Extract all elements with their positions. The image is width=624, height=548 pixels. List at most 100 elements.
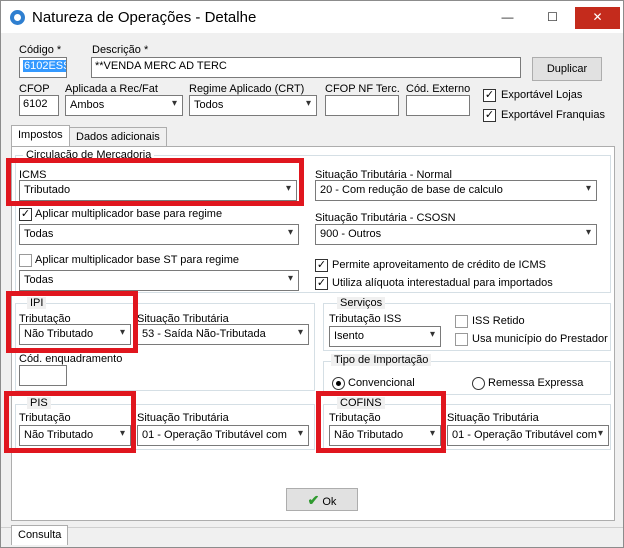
aplicada-label: Aplicada a Rec/Fat: [65, 83, 158, 95]
ipi-title: IPI: [27, 297, 47, 309]
regime-label: Regime Aplicado (CRT): [189, 83, 305, 95]
trib-iss-label: Tributação ISS: [329, 313, 402, 325]
aplicar-mult-st-value: Todas: [24, 274, 54, 286]
cofins-trib-value: Não Tributado: [334, 429, 404, 441]
aplicar-mult-label: Aplicar multiplicador base para regime: [35, 208, 223, 220]
status-bar: [1, 527, 623, 547]
icms-value: Tributado: [24, 184, 71, 196]
tipo-importacao-title: Tipo de Importação: [331, 354, 432, 366]
chevron-down-icon: ▾: [429, 428, 435, 439]
remessa-radio[interactable]: [472, 377, 485, 390]
codigo-label: Código *: [19, 44, 62, 56]
aplicada-select[interactable]: Ambos ▾: [65, 95, 183, 116]
sit-normal-value: 20 - Com redução de base de calculo: [320, 184, 503, 196]
descricao-label: Descrição *: [92, 44, 149, 56]
regime-value: Todos: [194, 99, 224, 111]
usa-municipio-checkbox[interactable]: [455, 333, 468, 346]
cofins-trib-label: Tributação: [329, 412, 381, 424]
aplicada-value: Ambos: [70, 99, 105, 111]
title-bar: Natureza de Operações - Detalhe — ☐ ✕: [1, 1, 623, 33]
duplicar-button[interactable]: Duplicar: [532, 57, 602, 81]
ipi-trib-select[interactable]: Não Tributado ▾: [19, 324, 131, 345]
chevron-down-icon: ▾: [297, 428, 303, 439]
aplicar-mult-st-select[interactable]: Todas ▾: [19, 270, 299, 291]
cod-externo-label: Cód. Externo: [406, 83, 471, 95]
circulacao-title: Circulação de Mercadoria: [23, 149, 155, 161]
trib-iss-value: Isento: [334, 330, 364, 342]
ok-label: Ok: [322, 496, 337, 508]
tab-dados-adicionais[interactable]: Dados adicionais: [69, 127, 167, 147]
ipi-sit-select[interactable]: 53 - Saída Não-Tributada ▾: [137, 324, 309, 345]
checkmark-icon: ✔: [307, 492, 320, 508]
exportavel-franquias-label: Exportável Franquias: [501, 109, 605, 121]
cfop-label: CFOP: [19, 83, 50, 95]
cofins-sit-select[interactable]: 01 - Operação Tributável com ▾: [447, 425, 609, 446]
convencional-label: Convencional: [348, 377, 415, 389]
iss-retido-checkbox[interactable]: [455, 315, 468, 328]
descricao-input[interactable]: **VENDA MERC AD TERC: [91, 57, 521, 78]
usa-municipio-label: Usa município do Prestador: [472, 333, 608, 345]
cod-externo-input[interactable]: [406, 95, 470, 116]
exportavel-lojas-checkbox[interactable]: ✓: [483, 89, 496, 102]
chevron-down-icon: ▾: [287, 273, 293, 284]
aplicar-mult-select[interactable]: Todas ▾: [19, 224, 299, 245]
cofins-sit-value: 01 - Operação Tributável com: [452, 429, 597, 441]
aplicar-mult-value: Todas: [24, 228, 54, 240]
chevron-down-icon: ▾: [429, 329, 435, 340]
pis-trib-select[interactable]: Não Tributado ▾: [19, 425, 131, 446]
ipi-trib-value: Não Tributado: [24, 328, 94, 340]
chevron-down-icon: ▾: [119, 428, 125, 439]
cofins-trib-select[interactable]: Não Tributado ▾: [329, 425, 441, 446]
pis-sit-value: 01 - Operação Tributável com: [142, 429, 287, 441]
ipi-sit-value: 53 - Saída Não-Tributada: [142, 328, 266, 340]
chevron-down-icon: ▾: [297, 327, 303, 338]
cofins-sit-label: Situação Tributária: [447, 412, 539, 424]
permite-credito-label: Permite aproveitamento de crédito de ICM…: [332, 259, 546, 271]
aplicar-mult-checkbox[interactable]: ✓: [19, 208, 32, 221]
regime-select[interactable]: Todos ▾: [189, 95, 317, 116]
chevron-down-icon: ▾: [585, 227, 591, 238]
convencional-radio[interactable]: [332, 377, 345, 390]
permite-credito-checkbox[interactable]: ✓: [315, 259, 328, 272]
window-title: Natureza de Operações - Detalhe: [32, 9, 257, 26]
chevron-down-icon: ▾: [287, 227, 293, 238]
chevron-down-icon: ▾: [305, 98, 311, 109]
icms-select[interactable]: Tributado ▾: [19, 180, 297, 201]
app-icon: [10, 10, 25, 25]
minimize-button[interactable]: —: [485, 7, 530, 29]
cfop-nf-label: CFOP NF Terc.: [325, 83, 400, 95]
chevron-down-icon: ▾: [171, 98, 177, 109]
cod-enq-input[interactable]: [19, 365, 67, 386]
pis-title: PIS: [27, 397, 51, 409]
chevron-down-icon: ▾: [285, 183, 291, 194]
tab-consulta[interactable]: Consulta: [11, 525, 69, 545]
sit-csosn-select[interactable]: 900 - Outros ▾: [315, 224, 597, 245]
aplicar-mult-st-label: Aplicar multiplicador base ST para regim…: [35, 254, 239, 266]
cod-enq-label: Cód. enquadramento: [19, 353, 123, 365]
maximize-button[interactable]: ☐: [530, 7, 575, 29]
remessa-label: Remessa Expressa: [488, 377, 584, 389]
pis-sit-select[interactable]: 01 - Operação Tributável com ▾: [137, 425, 309, 446]
ok-button[interactable]: ✔ Ok: [286, 488, 358, 511]
codigo-value: 6102ESS: [23, 60, 66, 72]
aplicar-mult-st-checkbox[interactable]: [19, 254, 32, 267]
close-button[interactable]: ✕: [575, 7, 620, 29]
cfop-input[interactable]: 6102: [19, 95, 59, 116]
sit-csosn-value: 900 - Outros: [320, 228, 382, 240]
servicos-title: Serviços: [337, 297, 386, 309]
sit-normal-select[interactable]: 20 - Com redução de base de calculo ▾: [315, 180, 597, 201]
codigo-input[interactable]: 6102ESS: [19, 57, 67, 78]
pis-trib-value: Não Tributado: [24, 429, 94, 441]
chevron-down-icon: ▾: [597, 428, 603, 439]
iss-retido-label: ISS Retido: [472, 315, 525, 327]
chevron-down-icon: ▾: [585, 183, 591, 194]
chevron-down-icon: ▾: [119, 327, 125, 338]
dialog-window: Natureza de Operações - Detalhe — ☐ ✕ Có…: [0, 0, 624, 548]
cfop-nf-input[interactable]: [325, 95, 399, 116]
utiliza-aliquota-checkbox[interactable]: ✓: [315, 277, 328, 290]
pis-sit-label: Situação Tributária: [137, 412, 229, 424]
exportavel-franquias-checkbox[interactable]: ✓: [483, 109, 496, 122]
tab-impostos[interactable]: Impostos: [11, 125, 70, 147]
sit-csosn-label: Situação Tributária - CSOSN: [315, 212, 456, 224]
trib-iss-select[interactable]: Isento ▾: [329, 326, 441, 347]
